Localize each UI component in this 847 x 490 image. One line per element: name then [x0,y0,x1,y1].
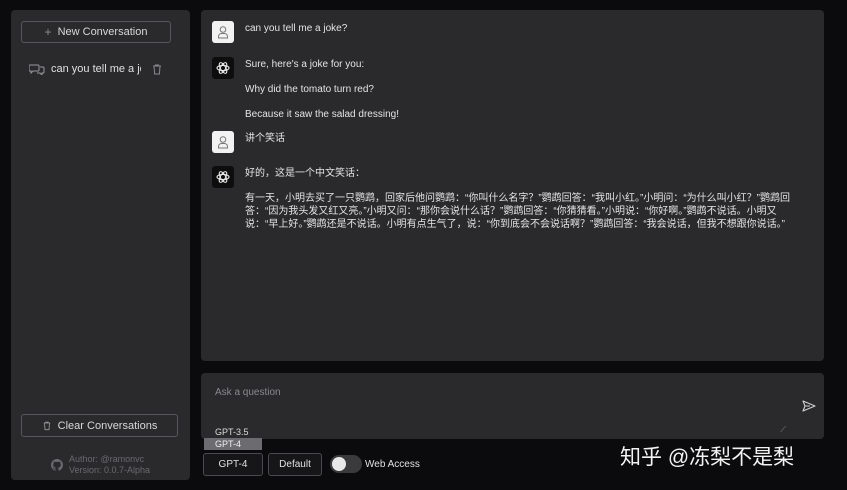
github-icon[interactable] [51,459,63,471]
message-text: Why did the tomato turn red? [245,84,374,95]
message-assistant: Sure, here's a joke for you: Why did the… [212,57,399,121]
assistant-avatar [212,57,234,79]
sidebar: + New Conversation can you tell me a jo … [11,10,190,480]
toggle-knob [332,457,346,471]
model-option[interactable]: GPT-3.5 [204,426,262,438]
message-assistant: 好的，这是一个中文笑话： 有一天，小明去买了一只鹦鹉，回家后他问鹦鹉：“你叫什么… [212,166,790,231]
message-text: Sure, here's a joke for you: [245,59,365,70]
watermark-text: 知乎 @冻梨不是梨 [620,446,795,469]
web-access-toggle[interactable] [330,455,362,473]
message-text: 讲个笑话 [245,133,285,144]
message-text: Because it saw the salad dressing! [245,109,399,120]
clear-conversations-label: Clear Conversations [57,419,158,432]
new-conversation-button[interactable]: + New Conversation [21,21,171,43]
resize-handle-icon[interactable]: ⟋ [780,425,786,435]
model-select-label: GPT-4 [218,459,248,470]
clear-conversations-button[interactable]: Clear Conversations [21,414,178,437]
conversation-item[interactable]: can you tell me a jo [21,58,171,80]
plus-icon: + [44,25,52,39]
user-avatar [212,21,234,43]
app-window: + New Conversation can you tell me a jo … [0,0,847,490]
author-info: Author: @ramonvc Version: 0.0.7-Alpha [51,454,150,476]
chat-panel: can you tell me a joke? Sure, here's a j… [201,10,824,361]
user-icon [218,136,228,149]
assistant-avatar [212,166,234,188]
question-placeholder: Ask a question [215,387,281,398]
web-access-label: Web Access [365,459,420,470]
author-text: Author: @ramonvc [69,454,145,464]
conversation-label: can you tell me a jo [51,63,141,75]
default-button[interactable]: Default [268,453,322,476]
chat-bubbles-icon [29,64,45,75]
model-dropdown[interactable]: GPT-3.5 GPT-4 [204,426,262,450]
model-select-button[interactable]: GPT-4 [203,453,263,476]
openai-logo-icon [216,62,230,74]
new-conversation-label: New Conversation [57,26,148,38]
openai-logo-icon [216,171,230,183]
message-user: can you tell me a joke? [212,21,347,43]
trash-icon[interactable] [151,63,163,75]
message-user: 讲个笑话 [212,131,285,153]
message-text: 好的，这是一个中文笑话： [245,168,365,179]
trash-icon [43,421,51,431]
version-text: Version: 0.0.7-Alpha [69,465,151,475]
model-option-selected[interactable]: GPT-4 [204,438,262,450]
send-icon[interactable] [802,400,816,412]
user-icon [218,26,228,39]
user-avatar [212,131,234,153]
question-input[interactable]: Ask a question ⟋ [201,373,824,439]
default-button-label: Default [279,459,311,470]
message-text: can you tell me a joke? [245,23,348,34]
message-text: 有一天，小明去买了一只鹦鹉，回家后他问鹦鹉：“你叫什么名字？”鹦鹉回答：“我叫小… [245,193,790,230]
